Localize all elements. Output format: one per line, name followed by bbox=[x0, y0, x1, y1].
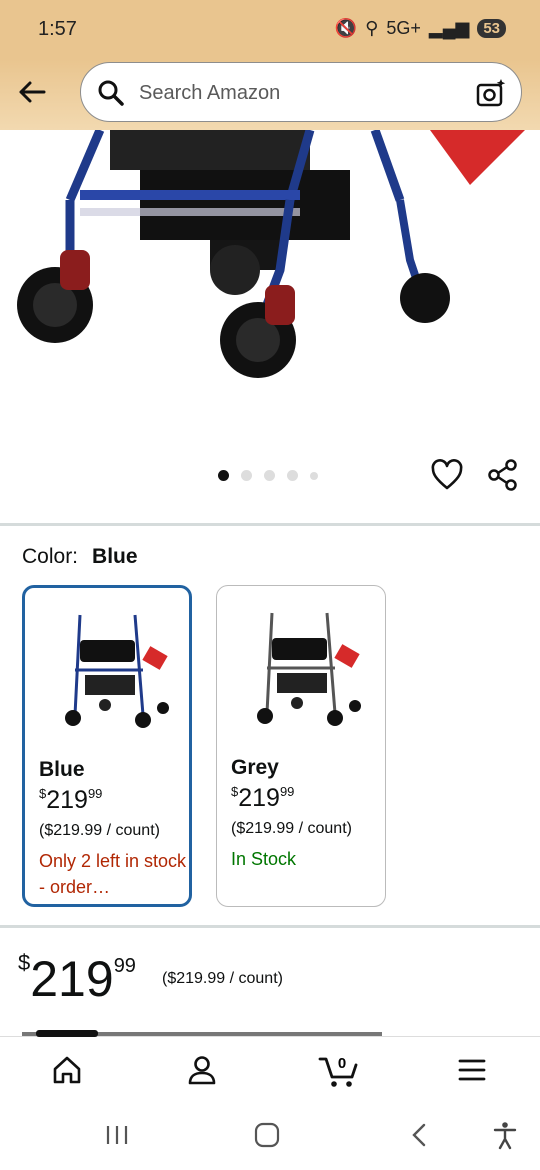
carousel-dot[interactable] bbox=[241, 470, 252, 481]
section-divider bbox=[0, 523, 540, 526]
status-icons: 🔇 ⚲ 5G+ ▂▄▆ 53 bbox=[335, 18, 506, 39]
account-icon bbox=[188, 1056, 216, 1085]
color-option-blue[interactable]: Blue $21999 ($219.99 / count) Only 2 lef… bbox=[22, 585, 192, 907]
option-stock-status: Only 2 left in stock - order… bbox=[39, 851, 187, 897]
recent-apps-icon[interactable] bbox=[102, 1120, 132, 1150]
carousel-dot[interactable] bbox=[310, 471, 318, 480]
nav-active-indicator bbox=[36, 1030, 98, 1037]
search-bar[interactable] bbox=[80, 62, 522, 122]
carousel-dot[interactable] bbox=[287, 470, 298, 481]
mute-icon: 🔇 bbox=[334, 18, 358, 38]
color-option-grey[interactable]: Grey $21999 ($219.99 / count) In Stock bbox=[216, 585, 386, 907]
carousel-dot[interactable] bbox=[264, 470, 275, 481]
color-label: Color: Blue bbox=[22, 545, 138, 568]
search-icon bbox=[98, 80, 124, 106]
selected-color: Blue bbox=[92, 545, 138, 568]
search-input[interactable] bbox=[139, 73, 459, 113]
location-icon: ⚲ bbox=[365, 18, 379, 38]
product-unit-price: ($219.99 / count) bbox=[162, 970, 283, 987]
network-label: 5G+ bbox=[386, 18, 421, 38]
cart-count: 0 bbox=[338, 1055, 346, 1072]
signal-icon: ▂▄▆ bbox=[428, 18, 470, 38]
product-price: $21999 bbox=[18, 950, 136, 1007]
accessibility-icon[interactable] bbox=[490, 1120, 520, 1150]
option-price: $21999 bbox=[231, 784, 295, 812]
nav-menu[interactable] bbox=[452, 1050, 492, 1090]
walker-thumbnail bbox=[257, 612, 361, 726]
home-icon bbox=[53, 1056, 81, 1084]
section-divider bbox=[0, 925, 540, 928]
walker-image bbox=[17, 130, 525, 378]
product-image[interactable] bbox=[0, 130, 540, 415]
image-carousel-dots bbox=[218, 470, 318, 481]
option-price: $21999 bbox=[39, 786, 103, 814]
menu-icon bbox=[458, 1059, 486, 1081]
back-arrow-icon[interactable] bbox=[14, 74, 50, 110]
option-stock-status: In Stock bbox=[231, 849, 297, 869]
battery-icon: 53 bbox=[477, 19, 506, 38]
option-unit-price: ($219.99 / count) bbox=[39, 822, 160, 839]
camera-search-icon[interactable] bbox=[475, 77, 507, 109]
status-bar: 1:57 🔇 ⚲ 5G+ ▂▄▆ 53 bbox=[0, 0, 540, 60]
share-icon[interactable] bbox=[486, 458, 520, 492]
back-button-icon[interactable] bbox=[404, 1120, 434, 1150]
option-name: Grey bbox=[231, 756, 279, 779]
option-unit-price: ($219.99 / count) bbox=[231, 820, 352, 837]
search-header bbox=[0, 60, 540, 130]
walker-thumbnail bbox=[65, 614, 169, 728]
status-time: 1:57 bbox=[38, 18, 77, 40]
option-name: Blue bbox=[39, 758, 85, 781]
nav-account[interactable] bbox=[182, 1050, 222, 1090]
cart-icon: 0 bbox=[318, 1055, 358, 1087]
heart-icon[interactable] bbox=[430, 458, 464, 492]
carousel-dot[interactable] bbox=[218, 470, 229, 481]
nav-home[interactable] bbox=[47, 1050, 87, 1090]
nav-cart[interactable]: 0 bbox=[316, 1050, 362, 1090]
home-button-icon[interactable] bbox=[252, 1120, 282, 1150]
